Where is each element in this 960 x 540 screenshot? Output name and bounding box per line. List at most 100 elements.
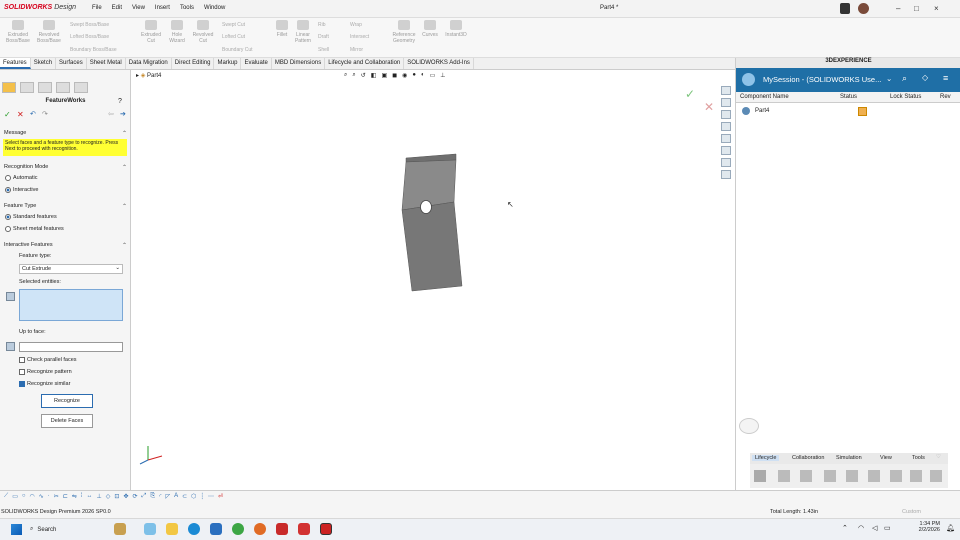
feature-tree-flyout[interactable]: ▸ ◈ Part4: [136, 72, 161, 79]
polygon-icon[interactable]: ⬡: [191, 493, 196, 503]
windows-start-icon[interactable]: [11, 524, 22, 535]
store-icon[interactable]: [210, 523, 222, 535]
copy-icon[interactable]: [930, 470, 942, 482]
move-icon[interactable]: ✥: [123, 493, 128, 503]
chevron-down-icon[interactable]: ⌄: [886, 74, 892, 83]
menu-tools[interactable]: Tools: [180, 5, 194, 11]
tab-lifecycle[interactable]: Lifecycle and Collaboration: [325, 58, 405, 69]
radio-interactive[interactable]: Interactive: [5, 187, 38, 193]
unit-system[interactable]: Custom: [902, 509, 921, 515]
tab-collaboration[interactable]: Collaboration: [792, 455, 824, 461]
radio-standard-features[interactable]: Standard features: [5, 214, 57, 220]
clock[interactable]: 1:34 PM 2/2/2026: [914, 521, 940, 533]
revolved-boss-button[interactable]: Revolved Boss/Base: [34, 20, 64, 44]
scene-icon[interactable]: ◐: [421, 72, 425, 82]
draft-button[interactable]: Draft: [318, 34, 329, 40]
arc-icon[interactable]: ◠: [30, 493, 35, 503]
avatar[interactable]: [858, 3, 869, 14]
check-parallel-faces[interactable]: Check parallel faces: [19, 357, 77, 363]
line-icon[interactable]: ⟋: [4, 493, 8, 503]
zoom-fit-icon[interactable]: ⌕: [344, 72, 347, 82]
tag-icon[interactable]: ◇: [922, 73, 928, 82]
edge-icon[interactable]: [188, 523, 200, 535]
chevron-up-icon[interactable]: ⌃: [842, 524, 848, 532]
menu-view[interactable]: View: [132, 5, 145, 11]
centerline-icon[interactable]: ┊: [200, 493, 204, 503]
col-status[interactable]: Status: [840, 94, 857, 100]
forum-icon[interactable]: [721, 158, 731, 167]
trim-icon[interactable]: ✂: [54, 493, 59, 503]
lofted-boss-button[interactable]: Lofted Boss/Base: [70, 34, 109, 40]
wifi-icon[interactable]: ◠: [858, 524, 864, 532]
tab-view[interactable]: View: [880, 455, 892, 461]
message-header[interactable]: Message ⌃: [4, 130, 127, 137]
battery-icon[interactable]: ▭: [884, 524, 891, 532]
scale-icon[interactable]: ⤢: [142, 493, 147, 503]
instant3d-button[interactable]: Instant3D: [442, 20, 470, 38]
copilot-icon[interactable]: [144, 523, 156, 535]
smart-dimension-icon[interactable]: ◇: [106, 493, 111, 503]
revolved-cut-button[interactable]: Revolved Cut: [190, 20, 216, 44]
pattern-icon[interactable]: ⁞: [81, 493, 83, 503]
axis-icon[interactable]: ⊥: [440, 72, 445, 82]
offset-icon[interactable]: ⊏: [63, 493, 68, 503]
widgets-icon[interactable]: [114, 523, 126, 535]
check-recognize-pattern[interactable]: Recognize pattern: [19, 369, 72, 375]
tab-features[interactable]: Features: [0, 58, 31, 69]
minimize-button[interactable]: –: [896, 4, 900, 13]
structure-icon[interactable]: [910, 470, 922, 482]
previous-view-icon[interactable]: ↺: [361, 72, 366, 82]
tab-data-migration[interactable]: Data Migration: [126, 58, 172, 69]
save-icon[interactable]: [754, 470, 766, 482]
view-palette-icon[interactable]: [721, 122, 731, 131]
appearance-icon[interactable]: ●: [412, 72, 416, 82]
design-library-icon[interactable]: [721, 98, 731, 107]
zoom-area-icon[interactable]: ⌕: [352, 72, 355, 82]
dimxpert-icon[interactable]: [56, 82, 70, 93]
notifications-icon[interactable]: 🔔︎: [946, 524, 955, 532]
reference-geometry-button[interactable]: Reference Geometry: [388, 20, 420, 44]
shell-button[interactable]: Shell: [318, 47, 329, 53]
linear-pattern-button[interactable]: Linear Pattern: [292, 20, 314, 44]
boundary-boss-button[interactable]: Boundary Boss/Base: [70, 47, 117, 53]
search-icon[interactable]: ⌕: [902, 73, 907, 84]
search-box[interactable]: ⌕ Search: [30, 523, 100, 536]
mirror-button[interactable]: Mirror: [350, 47, 363, 53]
tab-tools[interactable]: Tools: [912, 455, 925, 461]
check-recognize-similar[interactable]: Recognize similar: [19, 381, 70, 387]
graphics-area[interactable]: ▸ ◈ Part4 ⌕ ⌕ ↺ ◧ ▣ ◼ ◉ ● ◐ ▭ ⊥ ✓ ✕ ↖: [132, 70, 735, 490]
rib-button[interactable]: Rib: [318, 22, 326, 28]
rectangle-icon[interactable]: ▭: [12, 493, 18, 503]
table-row[interactable]: Part4: [736, 106, 960, 118]
swept-boss-button[interactable]: Swept Boss/Base: [70, 22, 109, 28]
compass-icon[interactable]: [742, 73, 755, 86]
boundary-cut-button[interactable]: Boundary Cut: [222, 47, 253, 53]
ok-icon[interactable]: ✓: [4, 110, 11, 119]
custom-properties-icon[interactable]: [721, 146, 731, 155]
view-orientation-icon[interactable]: ▣: [381, 72, 387, 82]
redo-icon[interactable]: ↷: [42, 110, 48, 118]
point-icon[interactable]: ·: [48, 493, 50, 503]
interactive-features-header[interactable]: Interactive Features ⌃: [4, 242, 127, 249]
confirm-corner-icon[interactable]: ✓: [685, 87, 695, 101]
circle-icon[interactable]: ○: [22, 493, 26, 503]
menu-window[interactable]: Window: [204, 5, 225, 11]
feature-type-select[interactable]: Cut Extrude ⌄: [19, 264, 123, 274]
extruded-boss-button[interactable]: Extruded Boss/Base: [4, 20, 32, 44]
solidworks-launcher-icon[interactable]: [276, 523, 288, 535]
back-icon[interactable]: ⇦: [108, 110, 114, 118]
favorite-icon[interactable]: ♡: [936, 454, 941, 460]
extruded-cut-button[interactable]: Extruded Cut: [138, 20, 164, 44]
menu-icon[interactable]: ≡: [943, 73, 948, 83]
help-icon[interactable]: ?: [118, 98, 122, 105]
view-settings-icon[interactable]: ▭: [430, 72, 436, 82]
col-component-name[interactable]: Component Name: [740, 94, 789, 100]
tab-sheet-metal[interactable]: Sheet Metal: [87, 58, 126, 69]
3d-icon[interactable]: [721, 170, 731, 179]
next-icon[interactable]: ➔: [120, 110, 126, 118]
selected-entities-list[interactable]: [19, 289, 123, 321]
recognize-button[interactable]: Recognize: [41, 394, 93, 408]
wrap-button[interactable]: Wrap: [350, 22, 362, 28]
section-view-icon[interactable]: ◧: [371, 72, 377, 82]
delete-faces-button[interactable]: Delete Faces: [41, 414, 93, 428]
